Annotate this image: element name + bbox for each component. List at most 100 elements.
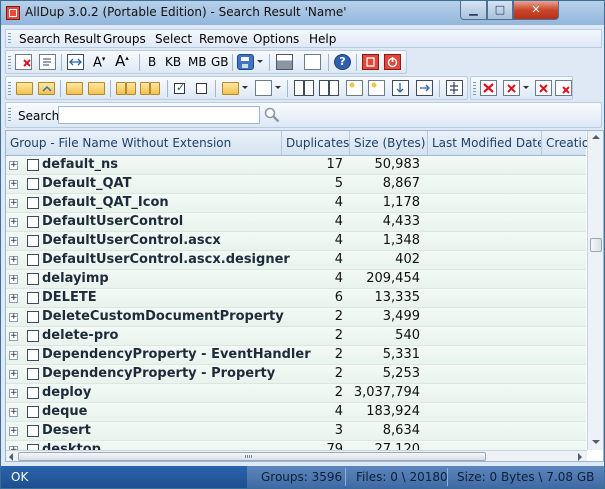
table-row[interactable]: + DefaultUserControl 4 4,433 [6, 213, 586, 232]
expand-icon[interactable]: + [9, 161, 18, 170]
mark-2-icon[interactable] [346, 80, 363, 96]
size-unit-mb[interactable]: MB [188, 55, 207, 69]
copy-icon[interactable] [392, 80, 409, 96]
scroll-right-icon[interactable] [578, 453, 582, 461]
row-checkbox[interactable] [27, 235, 39, 247]
menu-help[interactable]: Help [309, 32, 336, 46]
table-row[interactable]: + DELETE 6 13,335 [6, 289, 586, 308]
folder-pair-icon[interactable] [116, 82, 126, 95]
exit-icon[interactable] [384, 54, 401, 70]
table-row[interactable]: + Default_QAT_Icon 4 1,178 [6, 194, 586, 213]
column-header-last-modified[interactable]: Last Modified Date [428, 131, 542, 155]
row-checkbox[interactable] [27, 368, 39, 380]
row-checkbox[interactable] [27, 311, 39, 323]
column-header-size[interactable]: Size (Bytes) [350, 131, 428, 155]
list-view-icon[interactable] [255, 80, 272, 96]
horizontal-scrollbar[interactable] [6, 450, 587, 461]
menu-select[interactable]: Select [155, 32, 192, 46]
expand-icon[interactable]: + [9, 294, 18, 303]
size-unit-kb[interactable]: KB [165, 55, 181, 69]
table-row[interactable]: + DeleteCustomDocumentProperty 2 3,499 [6, 308, 586, 327]
searchbar-grip[interactable] [8, 108, 11, 121]
row-checkbox[interactable] [27, 216, 39, 228]
expand-icon[interactable]: + [9, 389, 18, 398]
search-input[interactable] [58, 106, 260, 124]
table-row[interactable]: + delayimp 4 209,454 [6, 270, 586, 289]
scroll-left-icon[interactable] [9, 453, 13, 461]
save-dropdown-icon[interactable] [257, 60, 263, 63]
expand-icon[interactable]: + [9, 408, 18, 417]
row-checkbox[interactable] [27, 349, 39, 361]
mark-icon[interactable] [319, 80, 329, 96]
help-icon[interactable]: ? [334, 54, 351, 70]
check-all-icon[interactable] [174, 81, 185, 94]
expand-icon[interactable]: + [9, 199, 18, 208]
row-checkbox[interactable] [27, 178, 39, 190]
remove-icon[interactable] [15, 54, 32, 70]
folder-pair-2-icon[interactable] [140, 82, 150, 95]
delete-icon[interactable] [480, 80, 497, 96]
size-unit-gb[interactable]: GB [211, 55, 229, 69]
table-row[interactable]: + DependencyProperty - EventHandler 2 5,331 [6, 346, 586, 365]
table-row[interactable]: + DefaultUserControl.ascx 4 1,348 [6, 232, 586, 251]
open-folder-icon[interactable] [16, 82, 33, 95]
stop-icon[interactable] [362, 54, 379, 70]
row-checkbox[interactable] [27, 406, 39, 418]
menu-remove[interactable]: Remove [199, 32, 248, 46]
uncheck-icon[interactable] [196, 83, 207, 94]
expand-icon[interactable]: + [9, 427, 18, 436]
row-checkbox[interactable] [27, 425, 39, 437]
link-icon[interactable] [446, 80, 463, 96]
open-all-icon[interactable] [88, 82, 105, 95]
row-checkbox[interactable] [27, 273, 39, 285]
search-icon[interactable] [263, 106, 281, 124]
move-icon[interactable] [368, 80, 385, 96]
expand-icon[interactable]: + [9, 256, 18, 265]
table-row[interactable]: + deploy 2 3,037,794 [6, 384, 586, 403]
row-checkbox[interactable] [27, 159, 39, 171]
expand-icon[interactable]: + [9, 275, 18, 284]
open-parent-icon[interactable] [38, 82, 55, 95]
toolbar-grip[interactable] [8, 56, 11, 69]
menu-groups[interactable]: Groups [103, 32, 146, 46]
maximize-button[interactable]: □ [487, 1, 513, 20]
expand-icon[interactable]: + [9, 237, 18, 246]
row-checkbox[interactable] [27, 197, 39, 209]
table-row[interactable]: + Desert 3 8,634 [6, 422, 586, 441]
expand-icon[interactable]: + [9, 370, 18, 379]
size-unit-b[interactable]: B [148, 55, 156, 69]
row-checkbox[interactable] [27, 292, 39, 304]
row-checkbox[interactable] [27, 330, 39, 342]
delete-recycle-icon[interactable] [555, 80, 572, 96]
column-header-creation[interactable]: Creation [542, 131, 592, 155]
tree-view-icon[interactable] [294, 80, 304, 96]
vertical-scrollbar[interactable] [587, 131, 603, 450]
row-checkbox[interactable] [27, 254, 39, 266]
add-to-list-dropdown-icon[interactable] [242, 86, 248, 89]
expand-icon[interactable]: + [9, 180, 18, 189]
menu-search-result[interactable]: Search Result [19, 32, 101, 46]
font-size-decrease-icon[interactable]: A▾ [93, 55, 105, 70]
expand-icon[interactable]: + [9, 313, 18, 322]
menubar-grip[interactable] [8, 33, 11, 45]
open-group-icon[interactable] [66, 82, 83, 95]
vertical-scroll-thumb[interactable] [590, 238, 602, 252]
delete-options-dropdown-icon[interactable] [523, 86, 529, 89]
table-row[interactable]: + Default_QAT 5 8,867 [6, 175, 586, 194]
page-setup-icon[interactable] [304, 54, 321, 70]
scroll-up-icon[interactable] [592, 135, 600, 139]
expand-icon[interactable]: + [9, 218, 18, 227]
column-header-group[interactable]: Group - File Name Without Extension [6, 131, 282, 155]
add-to-list-icon[interactable] [222, 82, 239, 95]
title-bar[interactable]: AllDup 3.0.2 (Portable Edition) - Search… [1, 1, 604, 25]
column-header-duplicates[interactable]: Duplicates [282, 131, 350, 155]
properties-icon[interactable] [39, 54, 56, 70]
toolbar-grip[interactable] [8, 82, 11, 95]
font-size-increase-icon[interactable]: A▴ [115, 52, 129, 70]
close-button[interactable]: ✕ [513, 1, 559, 20]
table-row[interactable]: + DependencyProperty - Property 2 5,253 [6, 365, 586, 384]
scroll-down-icon[interactable] [592, 440, 600, 444]
table-row[interactable]: + default_ns 17 50,983 [6, 156, 586, 175]
save-icon[interactable] [237, 54, 254, 70]
list-view-dropdown-icon[interactable] [275, 86, 281, 89]
